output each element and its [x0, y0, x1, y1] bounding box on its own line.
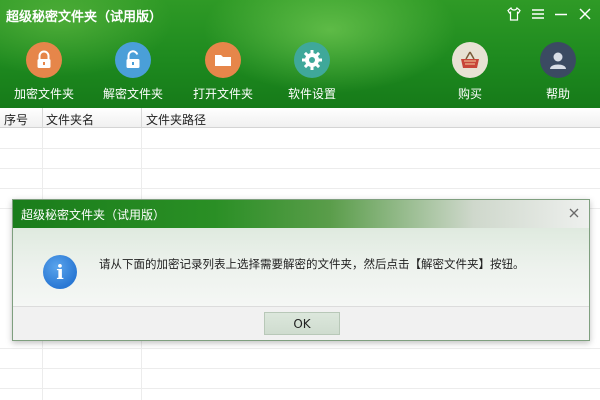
column-header-index[interactable]: 序号 — [4, 111, 28, 128]
grid-line — [0, 188, 600, 189]
open-folder-label: 打开文件夹 — [192, 87, 253, 101]
basket-icon — [452, 42, 488, 78]
lock-closed-icon — [26, 42, 62, 78]
encrypt-folder-label: 加密文件夹 — [13, 87, 74, 101]
column-header-folder-name[interactable]: 文件夹名 — [46, 111, 94, 128]
column-divider[interactable] — [42, 108, 43, 128]
decrypt-folder-label: 解密文件夹 — [102, 87, 163, 101]
table-header: 序号 文件夹名 文件夹路径 — [0, 108, 600, 128]
encrypt-folder-button[interactable]: 加密文件夹 — [4, 42, 84, 102]
buy-button[interactable]: 购买 — [430, 42, 510, 102]
help-button[interactable]: 帮助 — [518, 42, 598, 102]
user-icon — [540, 42, 576, 78]
help-label: 帮助 — [545, 87, 570, 101]
shirt-icon — [507, 7, 521, 21]
dialog-message: 请从下面的加密记录列表上选择需要解密的文件夹，然后点击【解密文件夹】按钮。 — [99, 257, 525, 271]
column-divider[interactable] — [141, 108, 142, 128]
info-dialog: 超级秘密文件夹（试用版） i 请从下面的加密记录列表上选择需要解密的文件夹，然后… — [12, 199, 590, 341]
dialog-close-button[interactable] — [567, 206, 581, 220]
grid-line — [0, 368, 600, 369]
ok-button[interactable]: OK — [264, 312, 340, 335]
close-icon — [579, 8, 591, 20]
info-icon: i — [43, 255, 77, 289]
column-header-folder-path[interactable]: 文件夹路径 — [146, 111, 206, 128]
dialog-title-bar[interactable]: 超级秘密文件夹（试用版） — [13, 200, 589, 228]
close-button[interactable] — [575, 4, 595, 24]
header-bar: 超级秘密文件夹（试用版） 加密文件夹 解密文件夹 打开文件夹 软件设置 购买 帮… — [0, 0, 600, 108]
menu-icon — [532, 9, 544, 19]
settings-button[interactable]: 软件设置 — [272, 42, 352, 102]
dialog-footer: OK — [13, 306, 589, 340]
open-folder-button[interactable]: 打开文件夹 — [183, 42, 263, 102]
folder-icon — [205, 42, 241, 78]
minimize-button[interactable] — [551, 4, 571, 24]
app-title: 超级秘密文件夹（试用版） — [6, 10, 163, 25]
minimize-icon — [555, 13, 567, 16]
grid-line — [0, 168, 600, 169]
menu-button[interactable] — [528, 4, 548, 24]
dialog-title: 超级秘密文件夹（试用版） — [21, 208, 166, 222]
settings-label: 软件设置 — [287, 87, 336, 101]
grid-line — [0, 148, 600, 149]
gear-icon — [294, 42, 330, 78]
close-icon — [569, 208, 579, 218]
buy-label: 购买 — [457, 87, 482, 101]
grid-line — [0, 348, 600, 349]
skin-button[interactable] — [504, 4, 524, 24]
decrypt-folder-button[interactable]: 解密文件夹 — [93, 42, 173, 102]
grid-line — [0, 388, 600, 389]
lock-open-icon — [115, 42, 151, 78]
